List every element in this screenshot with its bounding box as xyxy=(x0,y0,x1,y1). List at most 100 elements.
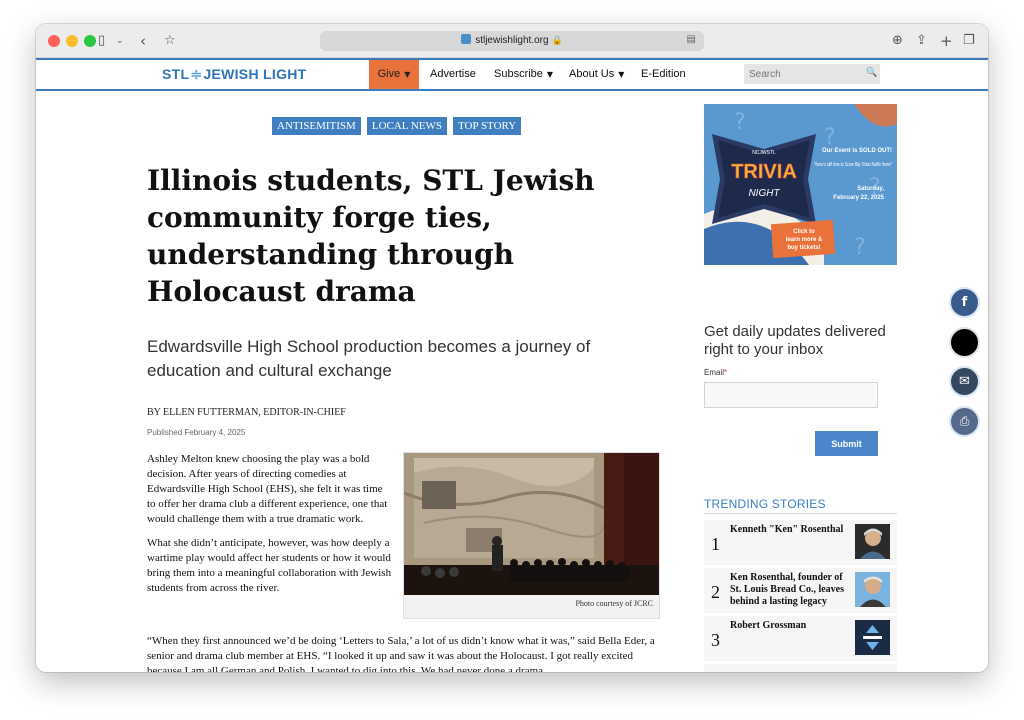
article-headline: Illinois students, STL Jewish community … xyxy=(147,164,595,308)
nav-subscribe-label: Subscribe xyxy=(494,68,543,80)
address-text: stljewishlight.org 🔒 xyxy=(320,34,704,46)
tag-antisemitism[interactable]: ANTISEMITISM xyxy=(272,117,361,135)
tag-top-story[interactable]: TOP STORY xyxy=(453,117,522,135)
trivia-ad-graphic: ???? NCJWSTL TRIVIA NIGHT Our Event is S… xyxy=(704,104,897,265)
print-icon: ⎙ xyxy=(959,414,970,428)
trending-thumbnail[interactable] xyxy=(855,524,890,559)
trending-thumbnail[interactable] xyxy=(855,620,890,655)
site-favicon xyxy=(461,34,472,44)
email-field[interactable] xyxy=(704,382,878,408)
ad-sold-out: Our Event is SOLD OUT! xyxy=(822,148,892,154)
tab-overview-icon[interactable]: ❐ xyxy=(963,32,975,50)
ad-title-trivia: TRIVIA xyxy=(731,161,797,183)
svg-text:?: ? xyxy=(824,125,836,150)
article-byline[interactable]: BY ELLEN FUTTERMAN, EDITOR-IN-CHIEF xyxy=(147,407,346,418)
article-photo-figure: Photo courtesy of JCRC xyxy=(403,452,660,619)
facebook-icon: f xyxy=(961,295,968,310)
category-tags: ANTISEMITISM LOCAL NEWS TOP STORY xyxy=(272,117,522,135)
trivia-night-ad[interactable]: ???? NCJWSTL TRIVIA NIGHT Our Event is S… xyxy=(704,104,897,265)
email-share-button[interactable]: ✉ xyxy=(949,366,980,397)
nav-e-edition[interactable]: E-Edition xyxy=(641,60,686,89)
photo-caption: Photo courtesy of JCRC xyxy=(575,599,653,608)
nav-about-label: About Us xyxy=(569,68,615,80)
trending-title: TRENDING STORIES xyxy=(704,497,826,511)
url-label: stljewishlight.org xyxy=(475,35,549,46)
nav-give[interactable]: Give ▼ xyxy=(369,60,419,89)
ad-title-night: NIGHT xyxy=(748,188,780,199)
trending-rank: 3 xyxy=(711,630,720,650)
tag-local-news[interactable]: LOCAL NEWS xyxy=(366,117,448,135)
site-logo[interactable]: STL≑JEWISH LIGHT xyxy=(162,66,307,83)
reader-icon[interactable]: ▤ xyxy=(687,34,696,45)
ad-cta-2: learn more & xyxy=(786,237,823,243)
search-icon[interactable]: 🔍 xyxy=(866,68,877,78)
bookmark-star-icon[interactable]: ☆ xyxy=(164,32,176,50)
nav-subscribe[interactable]: Subscribe ▼ xyxy=(494,60,553,89)
email-label-text: Email xyxy=(704,368,725,377)
nav-about[interactable]: About Us ▼ xyxy=(569,60,624,89)
lock-icon: 🔒 xyxy=(551,36,563,46)
close-window-button[interactable] xyxy=(48,35,60,47)
stage-photo-image xyxy=(404,453,659,595)
ad-cta-3: buy tickets! xyxy=(787,245,820,251)
ad-date-full: February 22, 2025 xyxy=(833,195,884,201)
nav-e-edition-label: E-Edition xyxy=(641,68,686,80)
x-share-button[interactable] xyxy=(949,327,980,358)
trending-thumbnail[interactable] xyxy=(855,572,890,607)
ad-cta-1: Click to xyxy=(793,229,815,235)
nav-advertise[interactable]: Advertise xyxy=(430,60,476,89)
logo-thumbnail-image xyxy=(855,620,890,655)
submit-button[interactable]: Submit xyxy=(815,431,878,456)
sidebar-toggle-icon[interactable]: ▯ xyxy=(98,32,105,50)
trending-divider xyxy=(704,513,897,514)
article-paragraph: “When they first announced we’d be doing… xyxy=(147,635,655,672)
ad-small-top: NCJWSTL xyxy=(752,150,776,156)
trending-item[interactable]: 2 Ken Rosenthal, founder of St. Louis Br… xyxy=(704,568,897,613)
trending-item[interactable]: 3 Robert Grossman xyxy=(704,616,897,661)
article-subhead: Edwardsville High School production beco… xyxy=(147,337,591,380)
article-body-wide: “When they first announced we’d be doing… xyxy=(147,634,667,672)
back-icon[interactable]: ‹ xyxy=(140,32,146,50)
share-sheet-icon[interactable]: ⇪ xyxy=(916,32,927,50)
trending-item[interactable]: 1 Kenneth "Ken" Rosenthal xyxy=(704,520,897,565)
trending-rank: 1 xyxy=(711,534,720,554)
email-icon: ✉ xyxy=(959,374,970,389)
portrait-image xyxy=(855,524,890,559)
required-mark: * xyxy=(724,368,728,377)
nav-advertise-label: Advertise xyxy=(430,68,476,80)
logo-left-text: STL xyxy=(162,66,190,82)
article-paragraph: Ashley Melton knew choosing the play was… xyxy=(147,453,388,525)
published-date: Published February 4, 2025 xyxy=(147,428,246,437)
svg-text:?: ? xyxy=(854,235,866,260)
article-photo[interactable] xyxy=(404,453,659,595)
facebook-share-button[interactable]: f xyxy=(949,287,980,318)
article-body-column: Ashley Melton knew choosing the play was… xyxy=(147,452,392,605)
svg-text:?: ? xyxy=(734,110,746,135)
newsletter-title: Get daily updates delivered right to you… xyxy=(704,323,886,358)
zoom-window-button[interactable] xyxy=(84,35,96,47)
trending-title-text[interactable]: Ken Rosenthal, founder of St. Louis Brea… xyxy=(730,572,854,608)
article-paragraph: What she didn’t anticipate, however, was… xyxy=(147,537,392,594)
browser-toolbar: ▯ ⌄ ‹ ☆ stljewishlight.org 🔒 ▤ ⊕ ⇪ + ❐ xyxy=(36,24,988,58)
search-input[interactable] xyxy=(744,64,880,84)
trending-title-text[interactable]: Robert Grossman xyxy=(730,620,854,632)
print-button[interactable]: ⎙ xyxy=(949,406,980,437)
minimize-window-button[interactable] xyxy=(66,35,78,47)
nav-give-label: Give xyxy=(377,68,401,80)
portrait-image xyxy=(855,572,890,607)
logo-right-text: JEWISH LIGHT xyxy=(203,66,307,82)
chevron-down-icon: ▼ xyxy=(546,70,554,79)
browser-window: ▯ ⌄ ‹ ☆ stljewishlight.org 🔒 ▤ ⊕ ⇪ + ❐ ST… xyxy=(36,24,988,672)
trending-title-text[interactable]: Kenneth "Ken" Rosenthal xyxy=(730,524,854,536)
sidebar-chevron-icon[interactable]: ⌄ xyxy=(116,32,124,50)
new-tab-icon[interactable]: + xyxy=(940,32,953,50)
chevron-down-icon: ▼ xyxy=(404,70,411,79)
logo-star-icon: ≑ xyxy=(190,66,203,82)
trending-item[interactable] xyxy=(704,664,897,672)
ad-date-day: Saturday, xyxy=(857,186,884,192)
trending-rank: 2 xyxy=(711,582,720,602)
address-bar[interactable]: stljewishlight.org 🔒 ▤ xyxy=(320,31,704,51)
download-icon[interactable]: ⊕ xyxy=(892,32,903,50)
email-label: Email* xyxy=(704,368,727,377)
site-navigation: STL≑JEWISH LIGHT Give ▼ Advertise Subscri… xyxy=(36,58,988,91)
